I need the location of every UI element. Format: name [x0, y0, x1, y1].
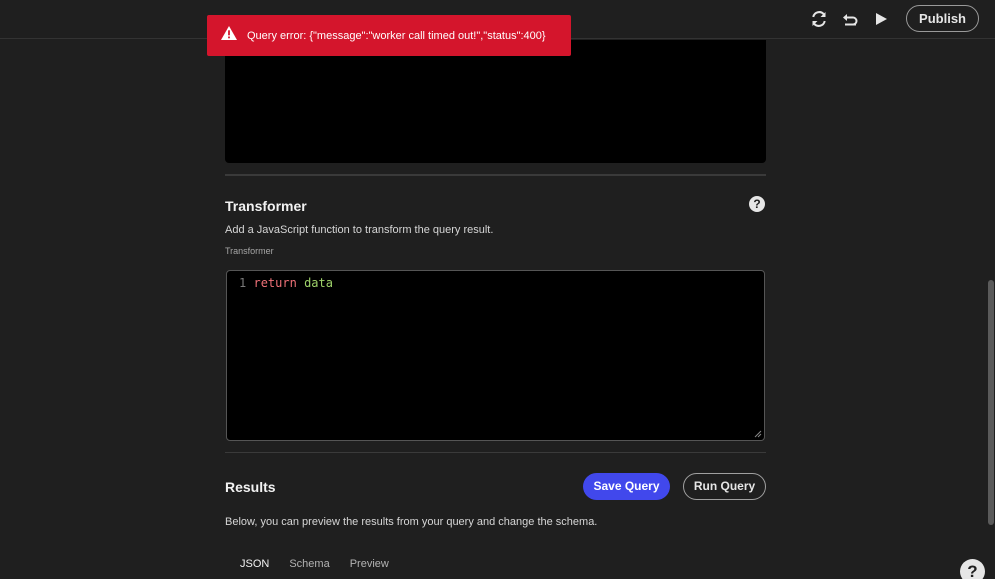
- top-actions: Publish: [809, 5, 979, 32]
- transformer-code-editor[interactable]: 1 return data: [226, 270, 765, 441]
- transformer-description: Add a JavaScript function to transform t…: [225, 224, 494, 236]
- section-divider: [225, 452, 766, 453]
- code-line: 1 return data: [239, 276, 333, 290]
- play-icon[interactable]: [871, 9, 891, 29]
- error-toast: Query error: {"message":"worker call tim…: [207, 15, 571, 56]
- results-tabs: JSON Schema Preview: [240, 558, 409, 570]
- undo-icon[interactable]: [840, 9, 860, 29]
- transformer-title: Transformer: [225, 198, 307, 214]
- help-chat-icon[interactable]: ?: [960, 559, 985, 579]
- save-query-button[interactable]: Save Query: [583, 473, 670, 500]
- tab-schema[interactable]: Schema: [289, 558, 329, 570]
- line-number: 1: [239, 276, 247, 290]
- scrollbar[interactable]: [988, 280, 994, 525]
- results-description: Below, you can preview the results from …: [225, 516, 598, 528]
- toast-message: Query error: {"message":"worker call tim…: [247, 29, 546, 42]
- transformer-field-label: Transformer: [225, 246, 274, 256]
- help-icon[interactable]: ?: [749, 196, 765, 212]
- warning-icon: [221, 26, 237, 45]
- run-query-button[interactable]: Run Query: [683, 473, 766, 500]
- query-editor[interactable]: [225, 40, 766, 163]
- results-title: Results: [225, 479, 276, 495]
- code-keyword: return: [253, 276, 297, 290]
- resize-handle-icon[interactable]: [754, 430, 762, 438]
- tab-preview[interactable]: Preview: [350, 558, 389, 570]
- publish-button[interactable]: Publish: [906, 5, 979, 32]
- section-divider: [225, 174, 766, 176]
- code-identifier: data: [304, 276, 333, 290]
- tab-json[interactable]: JSON: [240, 558, 269, 570]
- refresh-icon[interactable]: [809, 9, 829, 29]
